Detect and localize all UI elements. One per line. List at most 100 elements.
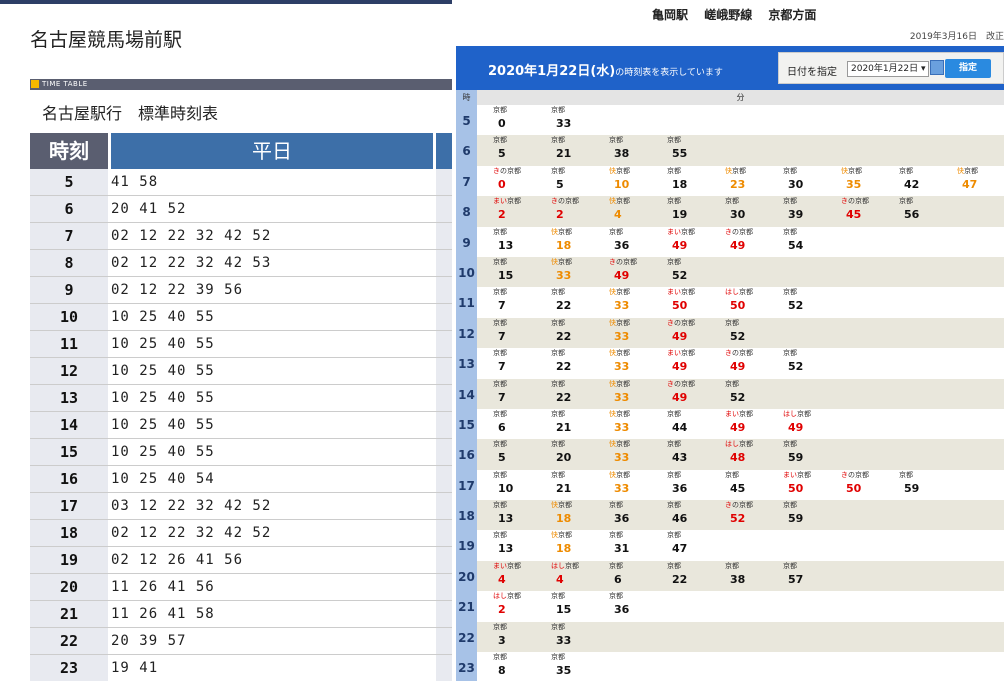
train-departure[interactable]: きの京都 49 — [667, 318, 725, 344]
train-departure[interactable]: 京都 22 — [551, 379, 609, 405]
train-departure[interactable]: 京都 30 — [725, 196, 783, 222]
train-departure[interactable]: 京都 43 — [667, 439, 725, 465]
train-departure[interactable]: 快京都 23 — [725, 166, 783, 192]
train-departure[interactable]: 京都 10 — [493, 470, 551, 496]
train-departure[interactable]: 京都 21 — [551, 135, 609, 161]
train-departure[interactable]: きの京都 49 — [667, 379, 725, 405]
train-departure[interactable]: 京都 0 — [493, 105, 551, 131]
train-departure[interactable]: まい京都 49 — [667, 227, 725, 253]
train-departure[interactable]: 京都 36 — [667, 470, 725, 496]
train-departure[interactable]: 京都 7 — [493, 287, 551, 313]
train-departure[interactable]: 京都 3 — [493, 622, 551, 648]
train-departure[interactable]: 京都 56 — [899, 196, 957, 222]
train-departure[interactable]: 京都 55 — [667, 135, 725, 161]
train-departure[interactable]: 京都 57 — [783, 561, 841, 587]
train-departure[interactable]: 京都 6 — [609, 561, 667, 587]
train-departure[interactable]: 京都 54 — [783, 227, 841, 253]
train-departure[interactable]: 京都 22 — [667, 561, 725, 587]
train-departure[interactable]: 京都 8 — [493, 652, 551, 678]
train-departure[interactable]: 快京都 18 — [551, 500, 609, 526]
train-departure[interactable]: 京都 21 — [551, 409, 609, 435]
train-departure[interactable]: 京都 36 — [609, 591, 667, 617]
train-departure[interactable]: 快京都 4 — [609, 196, 667, 222]
train-departure[interactable]: 京都 13 — [493, 227, 551, 253]
train-departure[interactable]: はし京都 2 — [493, 591, 551, 617]
train-departure[interactable]: 京都 47 — [667, 530, 725, 556]
train-departure[interactable]: 京都 35 — [551, 652, 609, 678]
calendar-icon[interactable] — [930, 60, 944, 75]
train-departure[interactable]: 京都 39 — [783, 196, 841, 222]
train-departure[interactable]: 快京都 33 — [609, 409, 667, 435]
train-departure[interactable]: きの京都 49 — [725, 227, 783, 253]
train-departure[interactable]: 京都 46 — [667, 500, 725, 526]
train-departure[interactable]: きの京都 50 — [841, 470, 899, 496]
train-departure[interactable]: きの京都 45 — [841, 196, 899, 222]
train-departure[interactable]: 京都 19 — [667, 196, 725, 222]
train-departure[interactable]: 快京都 47 — [957, 166, 1004, 192]
train-departure[interactable]: きの京都 49 — [609, 257, 667, 283]
train-departure[interactable]: 京都 20 — [551, 439, 609, 465]
train-departure[interactable]: 京都 44 — [667, 409, 725, 435]
train-departure[interactable]: 快京都 33 — [609, 348, 667, 374]
train-departure[interactable]: はし京都 4 — [551, 561, 609, 587]
train-departure[interactable]: 快京都 33 — [609, 318, 667, 344]
train-departure[interactable]: 京都 13 — [493, 500, 551, 526]
train-departure[interactable]: 京都 59 — [783, 439, 841, 465]
train-departure[interactable]: 京都 33 — [551, 622, 609, 648]
train-departure[interactable]: 京都 52 — [783, 287, 841, 313]
train-departure[interactable]: まい京都 49 — [725, 409, 783, 435]
train-departure[interactable]: 快京都 33 — [609, 379, 667, 405]
train-departure[interactable]: 京都 52 — [725, 379, 783, 405]
train-departure[interactable]: まい京都 50 — [667, 287, 725, 313]
train-departure[interactable]: 京都 52 — [725, 318, 783, 344]
train-departure[interactable]: 京都 30 — [783, 166, 841, 192]
train-departure[interactable]: 京都 22 — [551, 318, 609, 344]
train-departure[interactable]: 京都 22 — [551, 287, 609, 313]
train-departure[interactable]: 京都 6 — [493, 409, 551, 435]
train-departure[interactable]: 京都 59 — [899, 470, 957, 496]
train-departure[interactable]: 快京都 18 — [551, 530, 609, 556]
train-departure[interactable]: 京都 5 — [493, 135, 551, 161]
train-departure[interactable]: はし京都 49 — [783, 409, 841, 435]
train-departure[interactable]: 京都 7 — [493, 348, 551, 374]
train-departure[interactable]: 京都 7 — [493, 379, 551, 405]
train-departure[interactable]: きの京都 2 — [551, 196, 609, 222]
train-departure[interactable]: 京都 18 — [667, 166, 725, 192]
train-departure[interactable]: 京都 52 — [783, 348, 841, 374]
train-departure[interactable]: 京都 13 — [493, 530, 551, 556]
train-departure[interactable]: 京都 21 — [551, 470, 609, 496]
train-departure[interactable]: 京都 38 — [609, 135, 667, 161]
train-departure[interactable]: はし京都 48 — [725, 439, 783, 465]
train-departure[interactable]: 京都 38 — [725, 561, 783, 587]
train-departure[interactable]: まい京都 4 — [493, 561, 551, 587]
train-departure[interactable]: 京都 36 — [609, 500, 667, 526]
train-departure[interactable]: 京都 5 — [551, 166, 609, 192]
train-departure[interactable]: 京都 15 — [493, 257, 551, 283]
train-departure[interactable]: 京都 22 — [551, 348, 609, 374]
train-departure[interactable]: 京都 33 — [551, 105, 609, 131]
train-departure[interactable]: 京都 5 — [493, 439, 551, 465]
train-departure[interactable]: 京都 52 — [667, 257, 725, 283]
train-departure[interactable]: 京都 7 — [493, 318, 551, 344]
train-departure[interactable]: 京都 42 — [899, 166, 957, 192]
train-departure[interactable]: まい京都 2 — [493, 196, 551, 222]
train-departure[interactable]: 京都 15 — [551, 591, 609, 617]
train-departure[interactable]: 京都 36 — [609, 227, 667, 253]
apply-date-button[interactable]: 指定 — [945, 59, 991, 78]
train-departure[interactable]: 快京都 10 — [609, 166, 667, 192]
train-departure[interactable]: きの京都 0 — [493, 166, 551, 192]
train-departure[interactable]: 快京都 35 — [841, 166, 899, 192]
train-departure[interactable]: まい京都 50 — [783, 470, 841, 496]
train-departure[interactable]: 快京都 33 — [609, 439, 667, 465]
date-select[interactable]: 2020年1月22日 ▾ — [847, 61, 929, 77]
train-departure[interactable]: 快京都 33 — [609, 287, 667, 313]
train-departure[interactable]: 快京都 33 — [609, 470, 667, 496]
train-departure[interactable]: 京都 59 — [783, 500, 841, 526]
train-departure[interactable]: 快京都 33 — [551, 257, 609, 283]
train-departure[interactable]: 京都 31 — [609, 530, 667, 556]
train-departure[interactable]: きの京都 49 — [725, 348, 783, 374]
train-departure[interactable]: 京都 45 — [725, 470, 783, 496]
train-departure[interactable]: はし京都 50 — [725, 287, 783, 313]
train-departure[interactable]: 快京都 18 — [551, 227, 609, 253]
train-departure[interactable]: まい京都 49 — [667, 348, 725, 374]
